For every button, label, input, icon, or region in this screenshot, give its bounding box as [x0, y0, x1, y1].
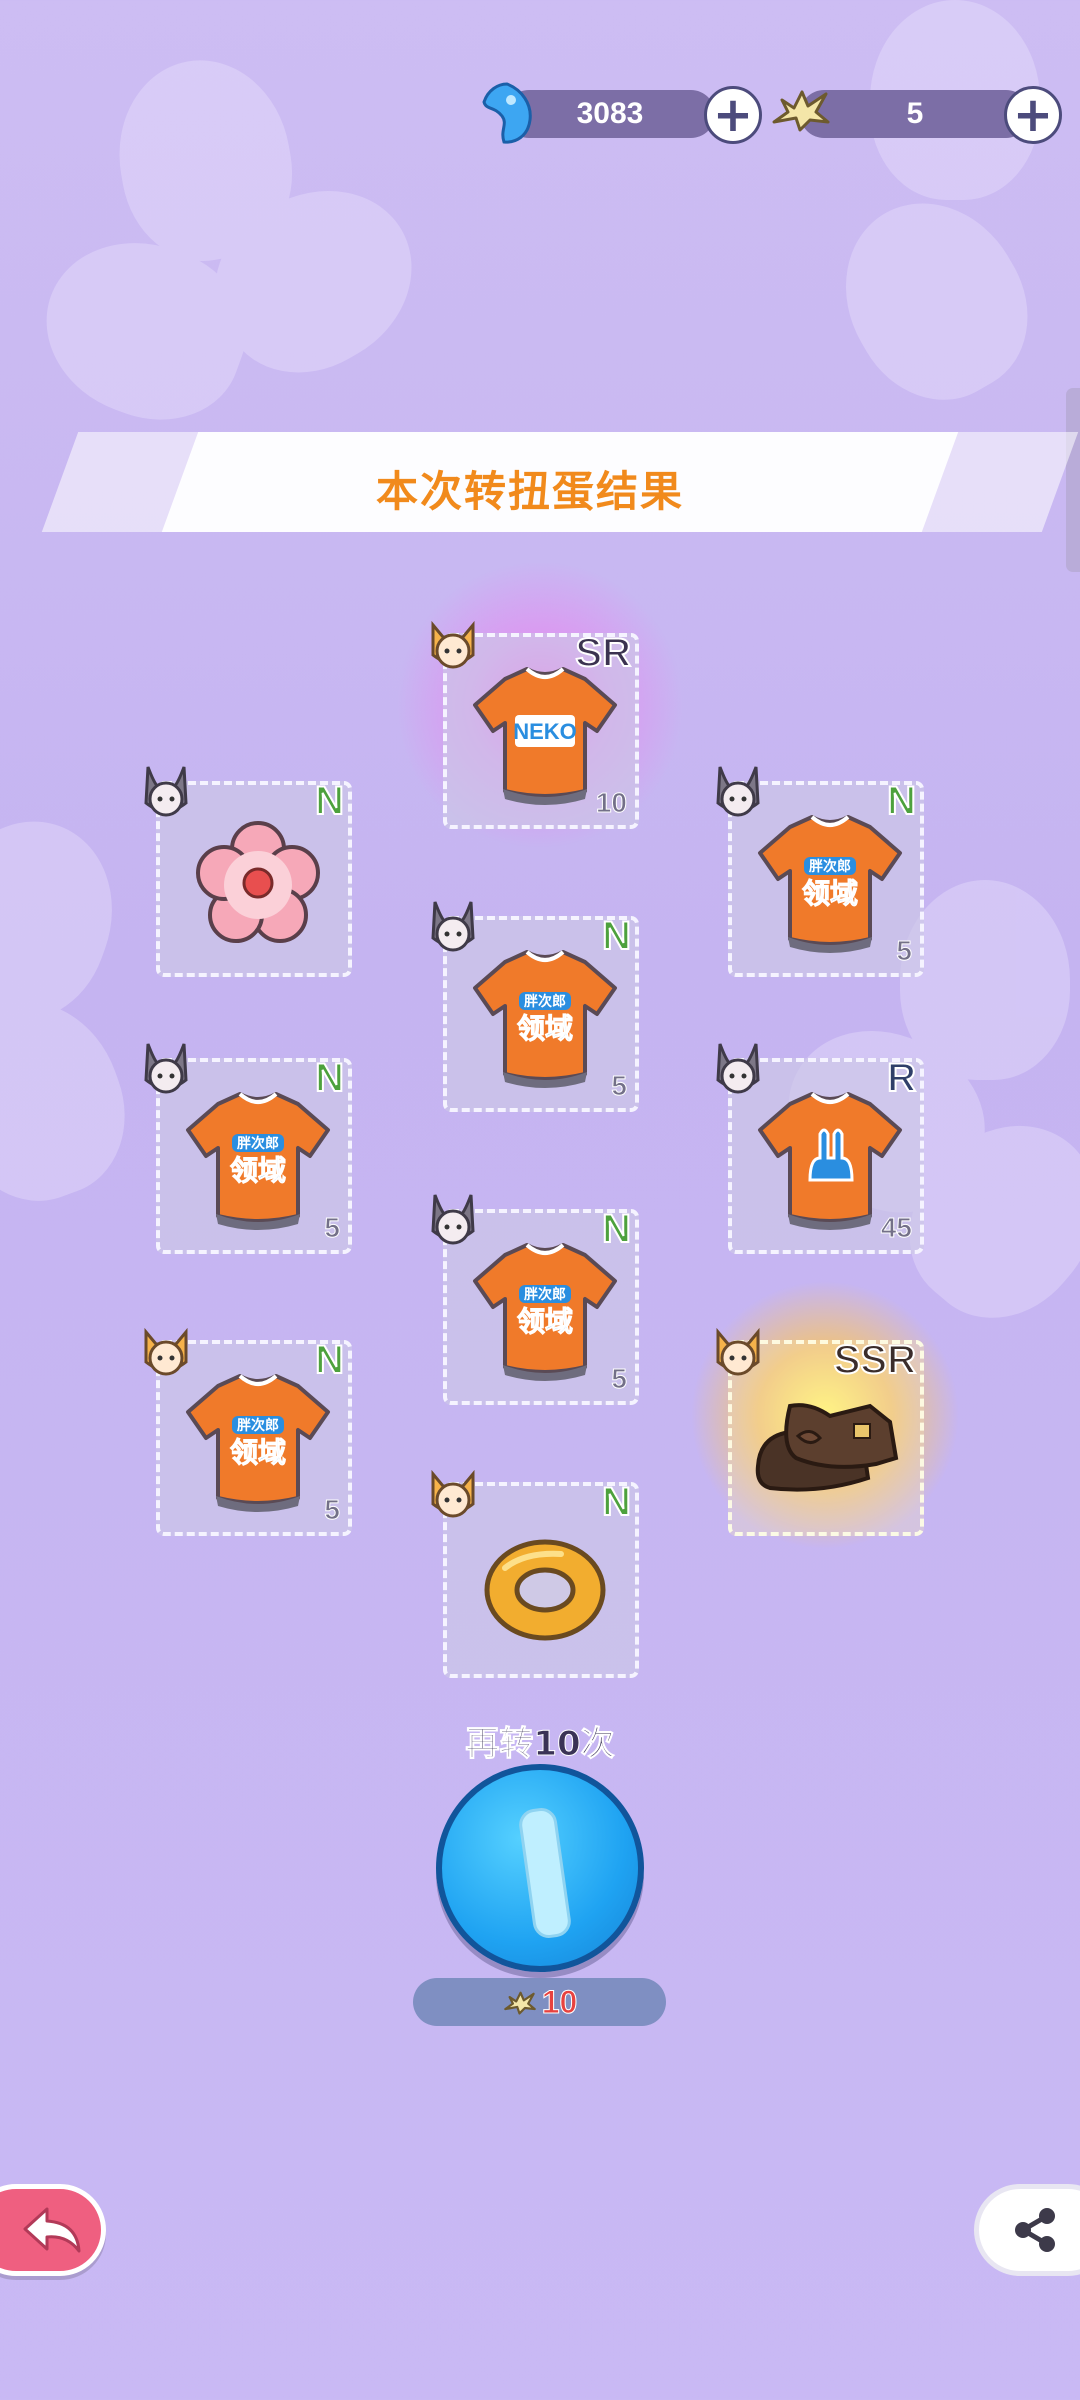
result-card[interactable]: 胖次郎 领域 N 5 [431, 1193, 639, 1405]
background-flower [811, 0, 1080, 430]
gem-amount: 3083 [505, 90, 715, 138]
brown-shoes-icon [755, 1403, 899, 1492]
gem-icon [482, 82, 532, 144]
rarity-label: N [601, 913, 632, 959]
fishbone-icon [772, 90, 830, 132]
spin-cost-amount: 10 [541, 1983, 578, 2020]
svg-text:领域: 领域 [517, 1305, 573, 1338]
orange-shirt-icon: 胖次郎 领域 [758, 815, 902, 955]
item-count: 5 [611, 1363, 628, 1395]
rarity-label: SSR [833, 1337, 917, 1383]
svg-text:胖次郎: 胖次郎 [237, 1417, 279, 1434]
result-card[interactable]: SSR [716, 1330, 924, 1536]
orange-shirt-icon: 胖次郎 领域 [473, 1243, 617, 1383]
add-fishbones-button[interactable]: + [1004, 86, 1062, 144]
orange-shirt-icon: 胖次郎 领域 [473, 950, 617, 1090]
svg-text:胖次郎: 胖次郎 [524, 993, 566, 1010]
back-button[interactable] [0, 2184, 106, 2276]
rarity-label: N [601, 1479, 632, 1525]
svg-text:领域: 领域 [230, 1436, 286, 1469]
rarity-label: N [601, 1206, 632, 1252]
share-button[interactable] [974, 2184, 1080, 2276]
orange-shirt-icon: 胖次郎 领域 [186, 1374, 330, 1514]
svg-text:领域: 领域 [230, 1154, 286, 1187]
rarity-label: N [886, 778, 917, 824]
svg-text:胖次郎: 胖次郎 [524, 1286, 566, 1303]
rarity-label: N [314, 1055, 345, 1101]
svg-text:领域: 领域 [802, 877, 858, 910]
result-card[interactable]: 胖次郎 领域 N 5 [716, 765, 924, 977]
svg-text:胖次郎: 胖次郎 [809, 858, 851, 875]
rarity-label: N [314, 778, 345, 824]
result-card[interactable]: N [144, 765, 352, 977]
svg-text:领域: 领域 [517, 1012, 573, 1045]
back-arrow-icon [23, 2207, 81, 2253]
side-tab[interactable] [1066, 388, 1080, 572]
flower-cookie-icon [196, 821, 320, 943]
svg-text:NEKO: NEKO [513, 719, 577, 744]
background-flower [0, 796, 180, 1224]
rarity-label: R [886, 1055, 917, 1101]
result-card[interactable]: NEKO SR 10 [431, 623, 639, 829]
fishbone-icon [503, 1991, 536, 2015]
result-card[interactable]: R 45 [716, 1042, 924, 1254]
spin-again-label: 再转10次 [465, 1724, 615, 1765]
item-count: 5 [896, 935, 913, 967]
donut-ring-icon [484, 1539, 606, 1641]
page-title: 本次转扭蛋结果 [375, 467, 684, 516]
item-count: 5 [324, 1212, 341, 1244]
result-banner: 本次转扭蛋结果 [30, 432, 1079, 532]
result-card[interactable]: N [431, 1472, 639, 1678]
item-count: 5 [611, 1070, 628, 1102]
capsule-handle-icon [517, 1805, 573, 1941]
item-count: 10 [595, 787, 627, 819]
orange-shirt-icon: 胖次郎 领域 [186, 1092, 330, 1232]
item-count: 45 [880, 1212, 912, 1244]
item-count: 5 [324, 1494, 341, 1526]
result-card[interactable]: 胖次郎 领域 N 5 [431, 900, 639, 1112]
spin-cost: 10 [413, 1978, 666, 2026]
rarity-label: N [314, 1337, 345, 1383]
background-flower [21, 46, 445, 445]
svg-text:胖次郎: 胖次郎 [237, 1135, 279, 1152]
result-card[interactable]: 胖次郎 领域 N 5 [144, 1330, 352, 1536]
share-icon [1015, 2208, 1055, 2252]
spin-again-button[interactable] [436, 1764, 644, 1972]
add-gems-button[interactable]: + [704, 86, 762, 144]
result-card[interactable]: 胖次郎 领域 N 5 [144, 1042, 352, 1254]
rarity-label: SR [574, 630, 632, 676]
fishbone-amount: 5 [800, 90, 1030, 138]
